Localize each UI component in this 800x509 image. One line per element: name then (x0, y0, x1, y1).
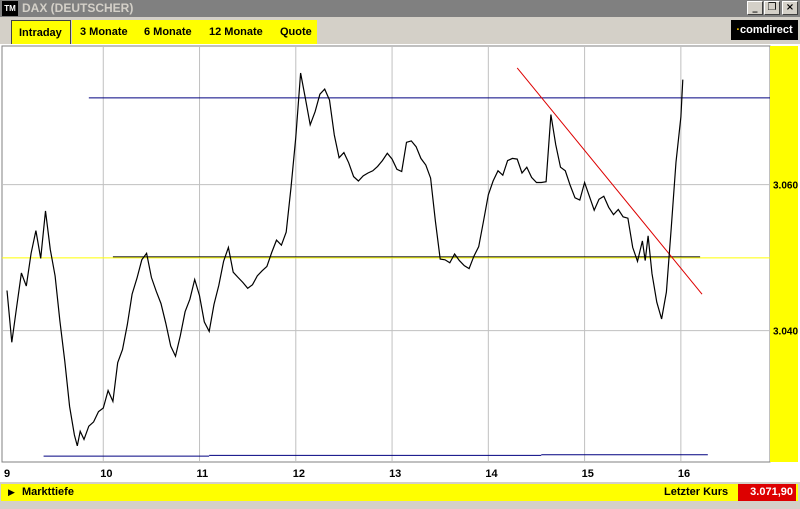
bottom-bar: ▶ Markttiefe Letzter Kurs 3.071,90 (0, 482, 800, 509)
comdirect-logo: ·comdirect (731, 20, 798, 40)
y-tick-label: 3.040 (773, 327, 798, 338)
close-icon[interactable]: × (782, 1, 798, 15)
tab-12-monate[interactable]: 12 Monate (201, 20, 271, 44)
x-tick-label: 16 (678, 468, 690, 480)
x-tick-label: 9 (4, 468, 10, 480)
app-icon: TM (2, 1, 18, 16)
plot-frame (1, 45, 771, 463)
tab-6-monate[interactable]: 6 Monate (138, 20, 201, 44)
tab-bar: Intraday 3 Monate 6 Monate 12 Monate Quo… (0, 17, 800, 44)
tab-quote[interactable]: Quote (271, 20, 317, 44)
x-tick-label: 13 (389, 468, 401, 480)
market-depth-link[interactable]: Markttiefe (22, 484, 74, 501)
tab-3-monate[interactable]: 3 Monate (72, 20, 138, 44)
y-axis-strip (770, 46, 798, 462)
minimize-icon[interactable]: _ (747, 1, 763, 15)
restore-icon[interactable]: ❐ (764, 1, 780, 15)
x-tick-label: 11 (197, 468, 209, 480)
x-tick-label: 14 (485, 468, 498, 480)
title-bar: TM DAX (DEUTSCHER) _ ❐ × (0, 0, 800, 17)
last-price-label: Letzter Kurs (664, 486, 729, 498)
x-tick-label: 12 (293, 468, 305, 480)
chart-area: 9 10 11 12 13 14 15 16 3.060 3.040 (0, 44, 800, 482)
expand-arrow-icon[interactable]: ▶ (8, 484, 15, 501)
tab-intraday[interactable]: Intraday (11, 20, 71, 44)
intraday-chart: 9 10 11 12 13 14 15 16 3.060 3.040 (0, 44, 800, 482)
y-tick-label: 3.060 (773, 181, 798, 192)
window-title: DAX (DEUTSCHER) (22, 1, 134, 15)
x-tick-label: 10 (100, 468, 112, 480)
last-price-value: 3.071,90 (738, 484, 796, 501)
x-tick-label: 15 (582, 468, 594, 480)
